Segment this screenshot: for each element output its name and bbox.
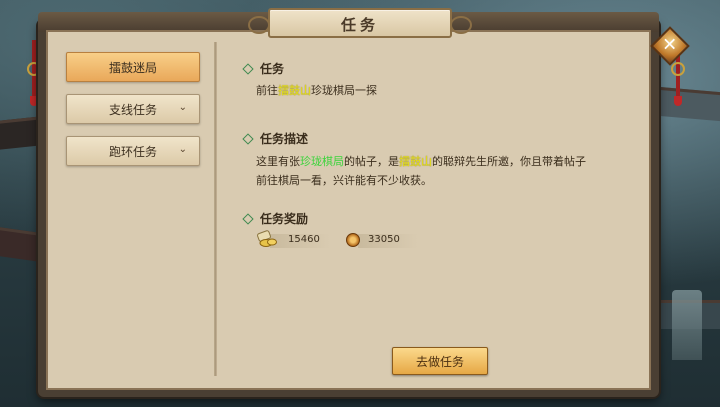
tassel-icon: [30, 96, 38, 106]
reward-copper: 33050: [344, 233, 434, 249]
cloud-ornament-icon: [450, 16, 472, 34]
description-text: 这里有张珍珑棋局的帖子，是擂鼓山的聪辩先生所邀，你且带着帖子前往棋局一看，兴许能…: [256, 152, 596, 190]
description-heading: 任务描述: [240, 130, 308, 147]
window-title: 任务: [340, 16, 379, 34]
tab-label: 跑环任务: [108, 144, 157, 159]
copper-coin-icon: [346, 233, 360, 247]
go-do-quest-button[interactable]: 去做任务: [392, 347, 488, 375]
diamond-bullet-icon: [242, 62, 254, 75]
desc-item-link[interactable]: 珍珑棋局: [300, 155, 344, 168]
panel-divider: [214, 42, 217, 376]
diamond-bullet-icon: [242, 132, 254, 145]
tab-loop-quests[interactable]: 跑环任务 ⌄: [66, 136, 200, 166]
task-text: 前往擂鼓山珍珑棋局一探: [256, 81, 596, 100]
desc-part: 的帖子，是: [344, 155, 399, 168]
chevron-down-icon: ⌄: [178, 144, 187, 155]
building-roof: [650, 86, 720, 123]
reward-heading-text: 任务奖励: [260, 212, 309, 226]
tassel-icon: [674, 96, 682, 106]
task-heading: 任务: [240, 60, 284, 77]
tab-label: 支线任务: [108, 102, 157, 117]
desc-part: 这里有张: [256, 155, 300, 168]
chevron-down-icon: ⌄: [178, 102, 187, 113]
reward-silver: 15460: [256, 230, 346, 249]
task-text-suffix: 珍珑棋局一探: [311, 84, 377, 97]
stone-lantern: [672, 290, 702, 360]
diamond-bullet-icon: [242, 212, 254, 225]
ornament-ring-icon: [671, 62, 685, 76]
task-place-link[interactable]: 擂鼓山: [278, 84, 311, 97]
tab-leigu-mystery[interactable]: 擂鼓迷局: [66, 52, 200, 82]
cloud-ornament-icon: [248, 16, 270, 34]
description-heading-text: 任务描述: [260, 132, 309, 146]
close-icon: ✕: [662, 35, 678, 56]
silver-ingot-icon: [257, 230, 277, 247]
tab-side-quests[interactable]: 支线任务 ⌄: [66, 94, 200, 124]
reward-value: 15460: [288, 234, 320, 245]
task-text-prefix: 前往: [256, 84, 278, 97]
tab-label: 擂鼓迷局: [108, 60, 157, 75]
reward-heading: 任务奖励: [240, 210, 308, 227]
reward-value: 33050: [368, 234, 400, 245]
go-button-label: 去做任务: [415, 354, 464, 369]
desc-place-link[interactable]: 擂鼓山: [399, 155, 432, 168]
quest-category-sidebar: 擂鼓迷局 支线任务 ⌄ 跑环任务 ⌄: [58, 42, 216, 376]
window-title-plate: 任务: [248, 8, 472, 38]
task-heading-text: 任务: [260, 62, 285, 76]
